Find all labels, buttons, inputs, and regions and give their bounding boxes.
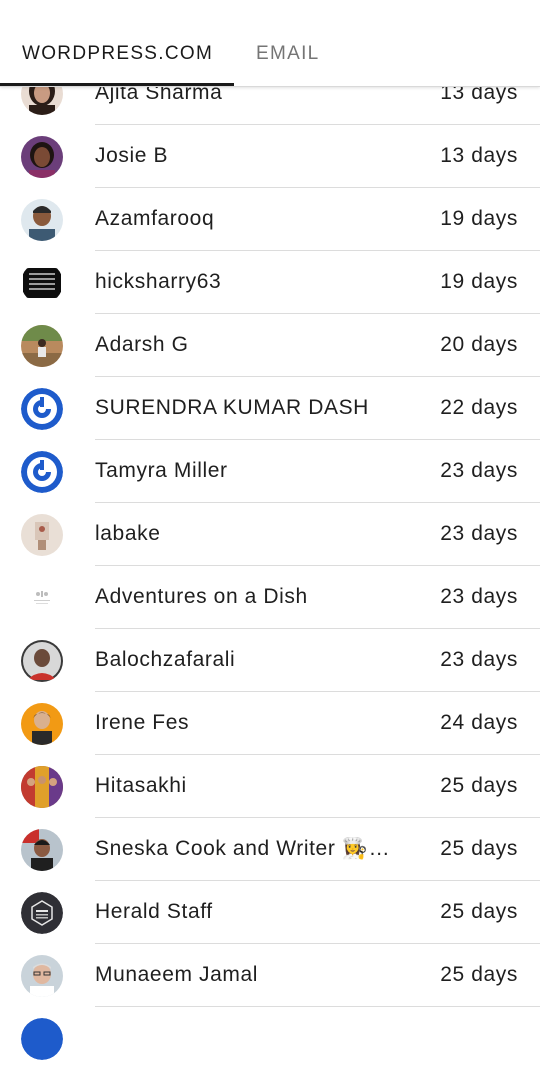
avatar: [21, 892, 63, 934]
subscriber-name: labake: [95, 522, 161, 545]
subscriber-row[interactable]: Josie B 13 days: [0, 125, 540, 188]
subscribed-age: 20 days: [440, 333, 518, 356]
avatar: [21, 451, 63, 493]
subscribed-age: 25 days: [440, 774, 518, 797]
photo-man-glasses-icon: [21, 955, 63, 997]
avatar: [21, 262, 63, 304]
avatar: [21, 136, 63, 178]
avatar: [21, 514, 63, 556]
tab-wordpress-com[interactable]: WORDPRESS.COM: [22, 43, 213, 65]
active-tab-indicator: [0, 83, 234, 86]
photo-man-icon: [21, 199, 63, 241]
subscribed-age: 22 days: [440, 396, 518, 419]
subscribed-age: 23 days: [440, 648, 518, 671]
subscriber-name: Sneska Cook and Writer 👩‍🍳…: [95, 837, 391, 860]
photo-colorful-group-icon: [21, 766, 63, 808]
avatar: [21, 199, 63, 241]
avatar: [21, 640, 63, 682]
subscriber-list: Ajita Sharma 13 days Josie B 13 days Aza…: [0, 62, 540, 1070]
subscriber-row[interactable]: Hitasakhi 25 days: [0, 755, 540, 818]
gravatar-default-icon: [21, 388, 63, 430]
subscriber-name: Herald Staff: [95, 900, 213, 923]
believe-text-icon: [21, 262, 63, 304]
photo-man-outdoor-icon: [21, 325, 63, 367]
avatar: [21, 577, 63, 619]
photo-woman-orange-icon: [21, 703, 63, 745]
photo-product-icon: [21, 514, 63, 556]
subscriber-row[interactable]: labake 23 days: [0, 503, 540, 566]
subscriber-name: SURENDRA KUMAR DASH: [95, 396, 369, 419]
avatar: [21, 829, 63, 871]
avatar: [21, 1018, 63, 1060]
subscriber-name: Azamfarooq: [95, 207, 215, 230]
gravatar-default-icon: [21, 1018, 63, 1060]
photo-woman-icon: [21, 136, 63, 178]
newspaper-logo-icon: [21, 892, 63, 934]
subscriber-row[interactable]: Herald Staff 25 days: [0, 881, 540, 944]
subscriber-row[interactable]: Balochzafarali 23 days: [0, 629, 540, 692]
subscriber-row[interactable]: hicksharry63 19 days: [0, 251, 540, 314]
site-logo-icon: [21, 577, 63, 619]
subscribed-age: 23 days: [440, 459, 518, 482]
subscribed-age: 25 days: [440, 963, 518, 986]
photo-man-red-shirt-icon: [21, 640, 63, 682]
subscribed-age: 13 days: [440, 144, 518, 167]
tab-bar: WORDPRESS.COM EMAIL: [0, 0, 540, 87]
subscriber-name: Hitasakhi: [95, 774, 187, 797]
subscribed-age: 19 days: [440, 207, 518, 230]
subscribed-age: 23 days: [440, 522, 518, 545]
avatar: [21, 766, 63, 808]
subscriber-name: Adventures on a Dish: [95, 585, 308, 608]
subscribed-age: 24 days: [440, 711, 518, 734]
subscribed-age: 23 days: [440, 585, 518, 608]
subscriber-row[interactable]: [0, 1007, 540, 1070]
subscriber-name: Tamyra Miller: [95, 459, 228, 482]
subscriber-row[interactable]: Sneska Cook and Writer 👩‍🍳… 25 days: [0, 818, 540, 881]
subscriber-row[interactable]: Tamyra Miller 23 days: [0, 440, 540, 503]
subscriber-name: Irene Fes: [95, 711, 190, 734]
subscriber-row[interactable]: SURENDRA KUMAR DASH 22 days: [0, 377, 540, 440]
subscriber-name: Munaeem Jamal: [95, 963, 259, 986]
avatar: [21, 388, 63, 430]
subscriber-row[interactable]: Munaeem Jamal 25 days: [0, 944, 540, 1007]
photo-woman-cook-icon: [21, 829, 63, 871]
subscriber-name: Adarsh G: [95, 333, 189, 356]
subscriber-row[interactable]: Azamfarooq 19 days: [0, 188, 540, 251]
subscribed-age: 19 days: [440, 270, 518, 293]
subscriber-name: Balochzafarali: [95, 648, 236, 671]
subscriber-name: hicksharry63: [95, 270, 222, 293]
subscriber-row[interactable]: Adarsh G 20 days: [0, 314, 540, 377]
avatar: [21, 955, 63, 997]
subscribed-age: 25 days: [440, 837, 518, 860]
subscriber-row[interactable]: Adventures on a Dish 23 days: [0, 566, 540, 629]
avatar: [21, 325, 63, 367]
subscriber-name: Josie B: [95, 144, 169, 167]
avatar: [21, 703, 63, 745]
subscribed-age: 25 days: [440, 900, 518, 923]
subscriber-row[interactable]: Irene Fes 24 days: [0, 692, 540, 755]
gravatar-default-icon: [21, 451, 63, 493]
tab-email[interactable]: EMAIL: [256, 43, 320, 65]
